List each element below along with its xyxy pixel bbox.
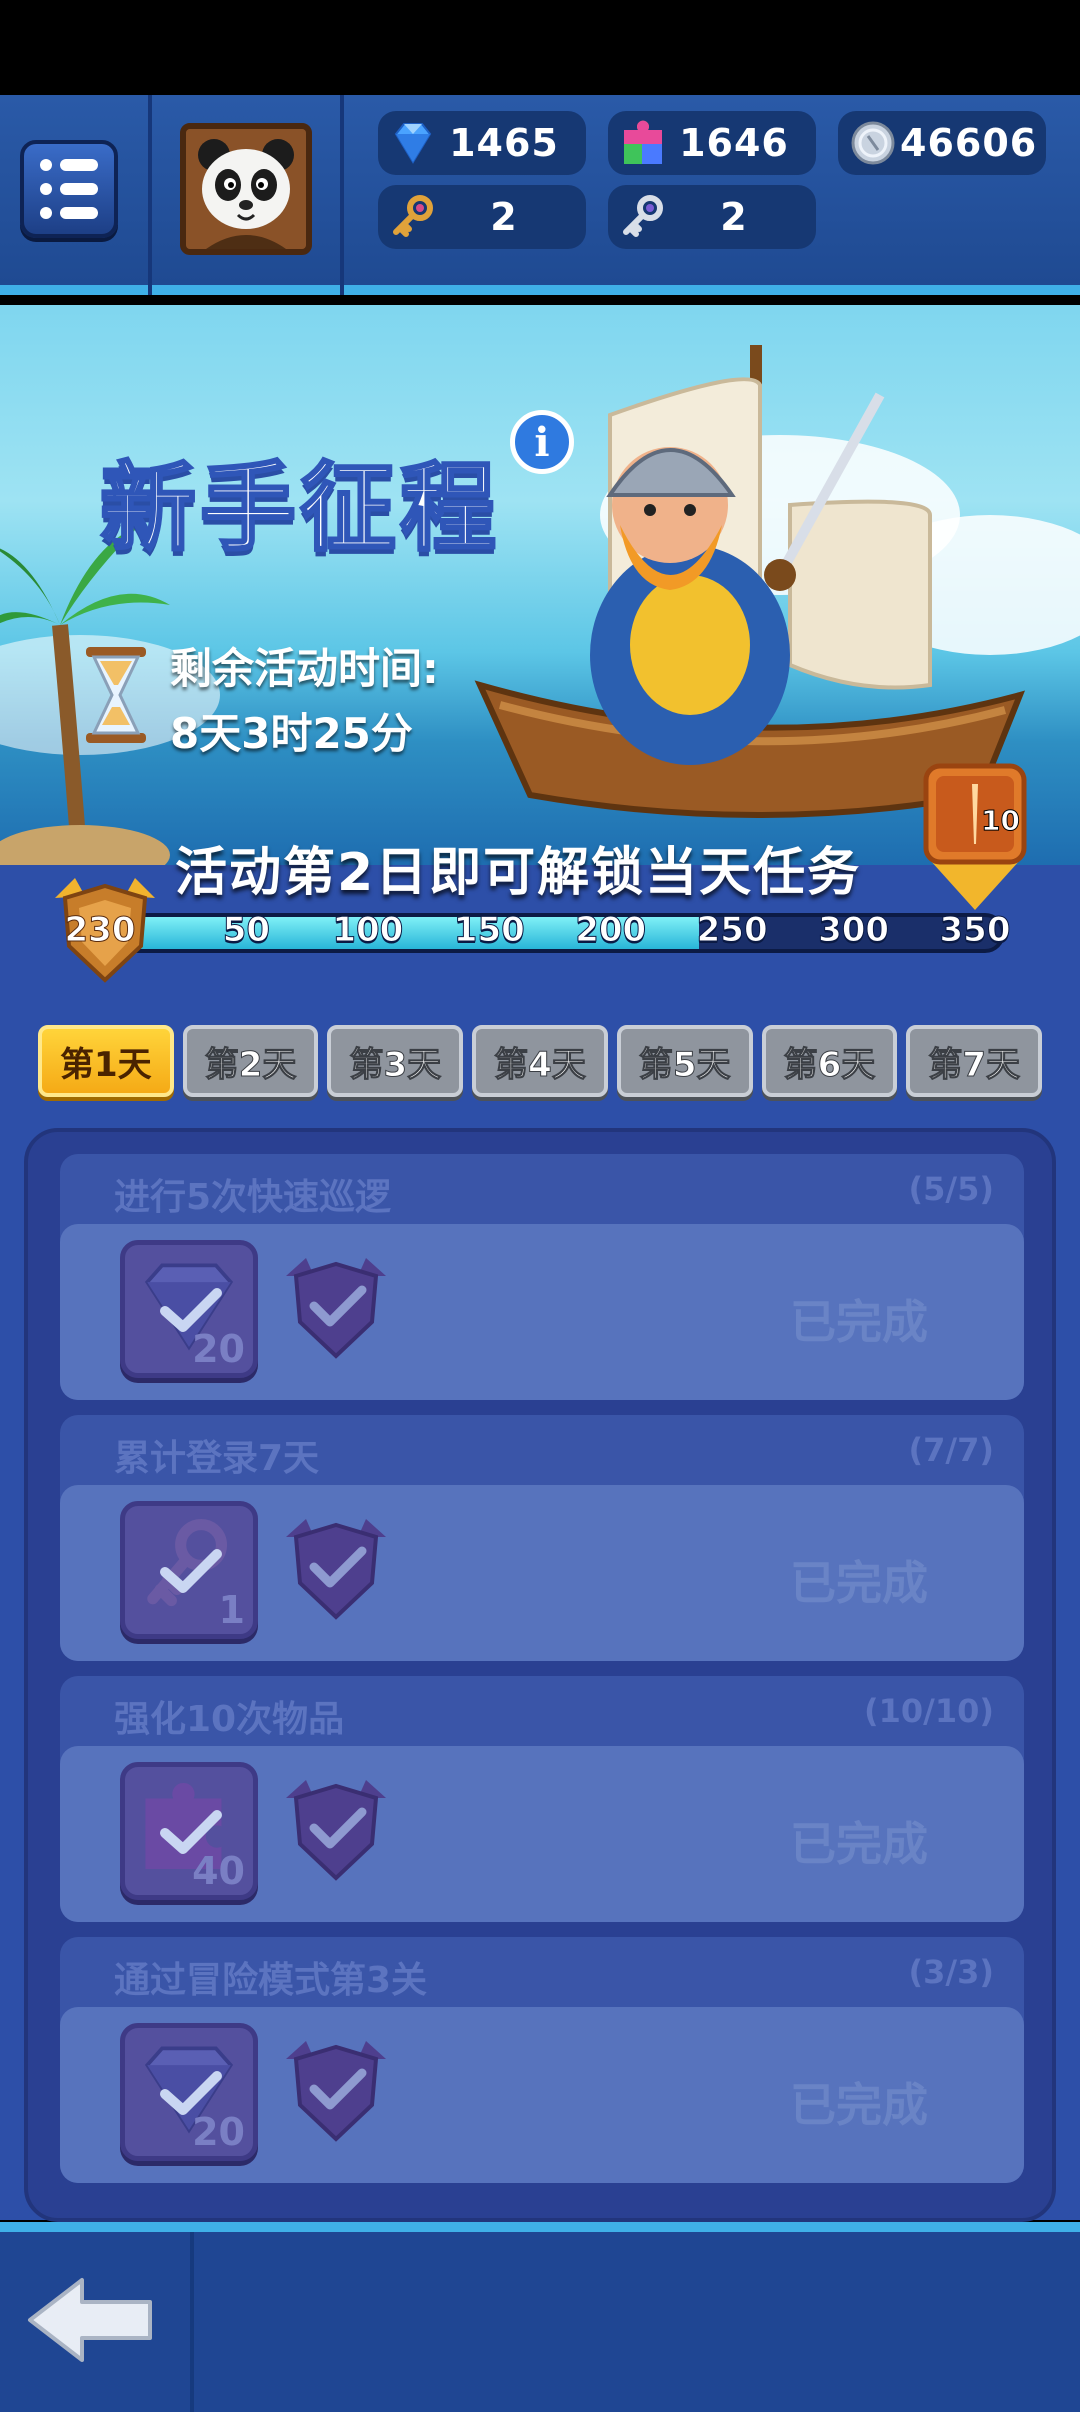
task-reward-amount: 20 — [192, 1327, 245, 1371]
puzzle-icon — [624, 120, 662, 164]
task-list: 进行5次快速巡逻 (5/5) 20 已完成 累计登录7天 (7/7) 1 已完成 强化10次物品… — [24, 1128, 1056, 2222]
event-banner: 新手征程 i 剩余活动时间: 8天3时25分 — [0, 305, 1080, 865]
task-body: 20 已完成 — [60, 2007, 1024, 2183]
xp-shield-icon — [286, 1519, 386, 1620]
hourglass-icon — [86, 647, 146, 743]
currency-silver-coin[interactable]: 46606 — [838, 111, 1046, 175]
back-button[interactable] — [20, 2270, 160, 2370]
silver-key-icon — [623, 195, 663, 237]
day-tabs: 第1天 第2天 第3天 第4天 第5天 第6天 第7天 — [38, 1025, 1043, 1097]
timer-label: 剩余活动时间: — [170, 644, 439, 693]
task-title: 强化10次物品 — [114, 1699, 345, 1740]
task-card: 进行5次快速巡逻 (5/5) 20 已完成 — [60, 1154, 1024, 1400]
info-button[interactable]: i — [510, 410, 574, 474]
task-progress-count: (5/5) — [908, 1170, 994, 1208]
check-icon — [160, 1549, 222, 1593]
task-card: 累计登录7天 (7/7) 1 已完成 — [60, 1415, 1024, 1661]
silver-coin-icon — [851, 121, 895, 165]
status-bar — [0, 0, 1080, 95]
panda-avatar-icon — [186, 129, 306, 249]
currency-silver-key[interactable]: 2 — [608, 185, 816, 249]
progress-tick-label: 300 — [818, 910, 890, 951]
currency-diamond[interactable]: 1465 — [378, 111, 586, 175]
tab-day-2[interactable]: 第2天 — [182, 1025, 319, 1097]
tab-day-5[interactable]: 第5天 — [616, 1025, 753, 1097]
tab-day-6[interactable]: 第6天 — [761, 1025, 898, 1097]
silver-coin-count: 46606 — [900, 121, 1038, 165]
puzzle-count: 1646 — [679, 121, 789, 165]
task-progress-count: (3/3) — [908, 1953, 994, 1991]
current-score: 230 — [64, 910, 136, 951]
diamond-icon — [394, 123, 432, 164]
task-reward-amount: 40 — [192, 1849, 245, 1893]
unlock-message: 活动第2日即可解锁当天任务 — [175, 843, 862, 903]
currency-puzzle[interactable]: 1646 — [608, 111, 816, 175]
menu-icon — [40, 159, 98, 171]
task-card: 强化10次物品 (10/10) 40 已完成 — [60, 1676, 1024, 1922]
task-title: 进行5次快速巡逻 — [114, 1177, 392, 1218]
tab-day-3[interactable]: 第3天 — [327, 1025, 464, 1097]
diamond-count: 1465 — [449, 121, 559, 165]
xp-shield-icon — [286, 1258, 386, 1359]
task-reward-amount: 1 — [218, 1588, 245, 1632]
top-bar: 1465 1646 46606 2 2 — [0, 95, 1080, 295]
task-reward-item[interactable]: 40 — [120, 1762, 258, 1900]
task-card: 通过冒险模式第3关 (3/3) 20 已完成 — [60, 1937, 1024, 2183]
task-status: 已完成 — [790, 1556, 928, 1610]
silver-key-count: 2 — [720, 195, 748, 239]
progress-tick-label: 250 — [696, 910, 768, 951]
top-bar-divider — [148, 95, 152, 295]
task-reward-amount: 20 — [192, 2110, 245, 2154]
task-progress-count: (7/7) — [908, 1431, 994, 1469]
progress-tick-label: 350 — [939, 910, 1011, 951]
task-status: 已完成 — [790, 1295, 928, 1349]
task-reward-item[interactable]: 1 — [120, 1501, 258, 1639]
progress-tick-label: 50 — [222, 910, 271, 951]
task-title: 累计登录7天 — [114, 1438, 320, 1479]
task-reward-item[interactable]: 20 — [120, 1240, 258, 1378]
task-body: 40 已完成 — [60, 1746, 1024, 1922]
tab-day-4[interactable]: 第4天 — [472, 1025, 608, 1097]
gold-key-count: 2 — [490, 195, 518, 239]
currency-gold-key[interactable]: 2 — [378, 185, 586, 249]
task-reward-item[interactable]: 20 — [120, 2023, 258, 2161]
task-status: 已完成 — [790, 1817, 928, 1871]
gold-key-icon — [393, 195, 433, 237]
task-status: 已完成 — [790, 2078, 928, 2132]
progress-tick-label: 100 — [332, 910, 404, 951]
tab-day-1[interactable]: 第1天 — [38, 1025, 174, 1097]
event-title: 新手征程 — [99, 451, 500, 566]
back-arrow-icon — [28, 2278, 152, 2362]
bottom-bar-divider — [190, 2232, 194, 2412]
progress-tick-label: 150 — [453, 910, 525, 951]
avatar[interactable] — [180, 123, 312, 255]
top-bar-divider — [340, 95, 344, 295]
menu-button[interactable] — [20, 140, 118, 238]
event-progress: 活动第2日即可解锁当天任务 50 100 150 200 250 300 350 230 1… — [0, 763, 1080, 990]
bottom-bar — [0, 2222, 1080, 2412]
tab-day-7[interactable]: 第7天 — [906, 1025, 1043, 1097]
task-title: 通过冒险模式第3关 — [114, 1960, 428, 2001]
task-body: 20 已完成 — [60, 1224, 1024, 1400]
task-body: 1 已完成 — [60, 1485, 1024, 1661]
xp-shield-icon — [286, 1780, 386, 1881]
progress-tick-label: 200 — [575, 910, 647, 951]
reward-marker[interactable]: 10 — [920, 760, 1030, 910]
reward-marker-count: 10 — [981, 804, 1021, 838]
timer-value: 8天3时25分 — [170, 709, 413, 758]
xp-shield-icon — [286, 2041, 386, 2142]
task-progress-count: (10/10) — [864, 1692, 994, 1730]
